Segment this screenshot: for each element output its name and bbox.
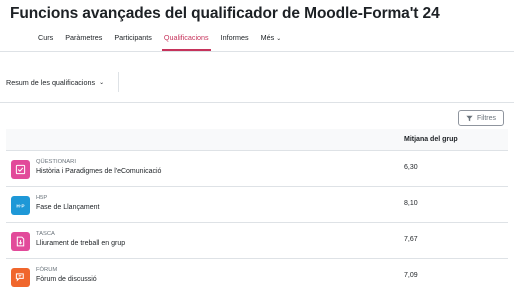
activity-type: QÜESTIONARI <box>36 159 76 165</box>
chevron-down-icon: ⌄ <box>99 79 105 86</box>
report-selector-value: Resum de les qualificacions <box>6 77 96 87</box>
activity-name[interactable]: Lliurament de treball en grup <box>36 240 125 247</box>
table-row: QÜESTIONARI Història i Paradigmes de l'e… <box>6 151 508 187</box>
tab-participants[interactable]: Participants <box>108 27 158 51</box>
page-divider <box>0 102 514 103</box>
tab-parametres[interactable]: Paràmetres <box>59 27 108 51</box>
tab-mes-label: Més <box>260 33 275 42</box>
group-average-value: 6,30 <box>404 164 418 171</box>
column-header-group-average: Mitjana del grup <box>404 136 458 143</box>
filters-button[interactable]: Filtres <box>458 110 504 126</box>
table-row: TASCA Lliurament de treball en grup 7,67 <box>6 223 508 259</box>
course-nav: Curs Paràmetres Participants Qualificaci… <box>32 27 287 51</box>
activity-name[interactable]: Fòrum de discussió <box>36 276 97 283</box>
table-row: FÒRUM Fòrum de discussió 7,09 <box>6 259 508 293</box>
activity-type: FÒRUM <box>36 267 58 273</box>
group-average-value: 7,67 <box>404 236 418 243</box>
assignment-icon <box>11 232 30 251</box>
tab-curs[interactable]: Curs <box>32 27 59 51</box>
tab-informes[interactable]: Informes <box>215 27 255 51</box>
filters-label: Filtres <box>476 114 497 122</box>
svg-text:H·P: H·P <box>16 204 24 210</box>
h5p-icon: H·P <box>11 196 30 215</box>
activity-type: TASCA <box>36 231 55 237</box>
tab-mes[interactable]: Més ⌄ <box>255 27 288 51</box>
tabs-divider <box>0 51 514 52</box>
chevron-down-icon: ⌄ <box>276 36 282 42</box>
report-selector[interactable]: Resum de les qualificacions ⌄ <box>6 74 118 90</box>
group-average-value: 7,09 <box>404 272 418 279</box>
filter-icon <box>466 115 473 121</box>
activity-name[interactable]: Història i Paradigmes de l'eComunicació <box>36 168 161 175</box>
activity-type: H5P <box>36 195 48 201</box>
quiz-icon <box>11 160 30 179</box>
table-row: H·P H5P Fase de Llançament 8,10 <box>6 187 508 223</box>
group-average-value: 8,10 <box>404 200 418 207</box>
activity-name[interactable]: Fase de Llançament <box>36 204 99 211</box>
grades-table: Mitjana del grup QÜESTIONARI Història i … <box>6 129 508 293</box>
page-title: Funcions avançades del qualificador de M… <box>10 5 440 22</box>
selector-divider <box>118 72 119 92</box>
tab-qualificacions[interactable]: Qualificacions <box>158 27 215 51</box>
forum-icon <box>11 268 30 287</box>
table-header: Mitjana del grup <box>6 129 508 151</box>
